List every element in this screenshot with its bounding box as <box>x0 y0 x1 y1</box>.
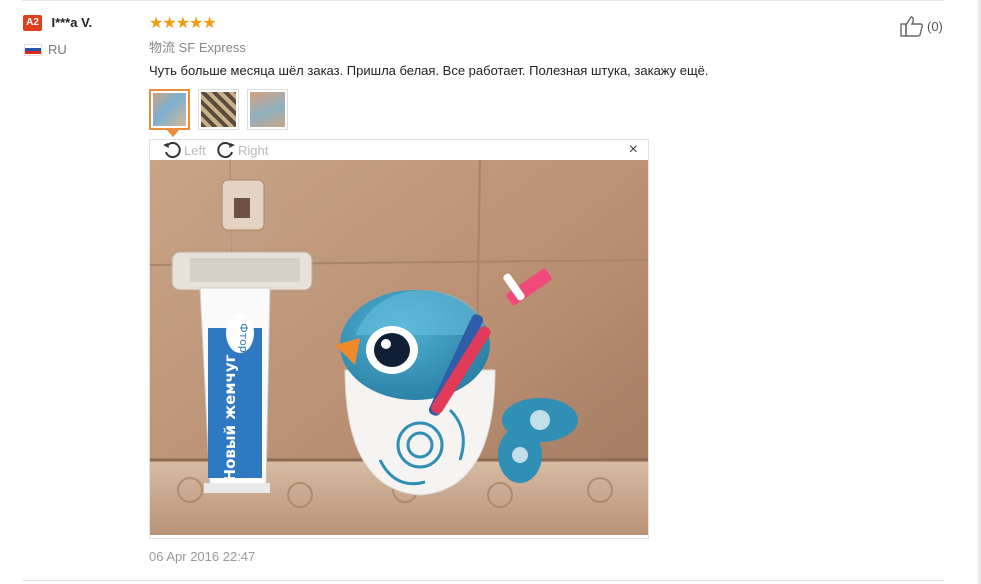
photo-viewer: Left Right × Фтор Новый жемчуг <box>149 139 649 539</box>
shipping-info: 物流 SF Express <box>149 37 246 56</box>
rotate-left-icon <box>163 142 181 159</box>
review-date: 06 Apr 2016 22:47 <box>149 549 256 564</box>
russia-flag-icon <box>24 43 42 56</box>
rotate-left-button[interactable]: Left <box>162 140 206 160</box>
toothpaste-brand-text: Новый жемчуг <box>221 354 239 481</box>
helpful-like-button[interactable]: (0) <box>900 15 943 37</box>
helpful-count: (0) <box>927 18 943 34</box>
thumbs-up-icon <box>900 16 924 37</box>
star-rating: ★★★★★ <box>149 15 217 32</box>
review-text: Чуть больше месяца шёл заказ. Пришла бел… <box>149 63 709 78</box>
reviewer-name: I***a V. <box>51 15 93 31</box>
viewer-toolbar: Left Right × <box>150 140 648 160</box>
thumbnail-image <box>201 92 236 127</box>
active-thumbnail-caret <box>167 130 179 137</box>
reviewer-country: RU <box>24 42 67 57</box>
bottom-divider <box>22 580 944 581</box>
close-viewer-button[interactable]: × <box>629 141 638 159</box>
thumbnail-image <box>153 93 186 126</box>
thumbnail-photo-1[interactable] <box>149 89 190 137</box>
rotate-right-icon <box>217 142 235 159</box>
thumbnail-image <box>250 92 285 127</box>
thumbnail-photo-3[interactable] <box>247 89 288 130</box>
reviewer-info: A2 I***a V. <box>23 14 92 32</box>
rotate-left-label: Left <box>184 142 206 158</box>
toothpaste-flavor-text: Фтор <box>237 323 250 353</box>
photo-thumbnails <box>149 89 288 137</box>
country-code: RU <box>48 42 67 57</box>
shipping-method: SF Express <box>178 40 246 55</box>
rotate-right-button[interactable]: Right <box>216 140 268 160</box>
shipping-label: 物流 <box>149 40 176 55</box>
rotate-right-label: Right <box>238 142 269 158</box>
thumbnail-photo-2[interactable] <box>198 89 239 130</box>
top-divider <box>22 0 944 1</box>
buyer-level-badge: A2 <box>23 14 42 31</box>
review-photo: Фтор Новый жемчуг <box>150 160 648 535</box>
